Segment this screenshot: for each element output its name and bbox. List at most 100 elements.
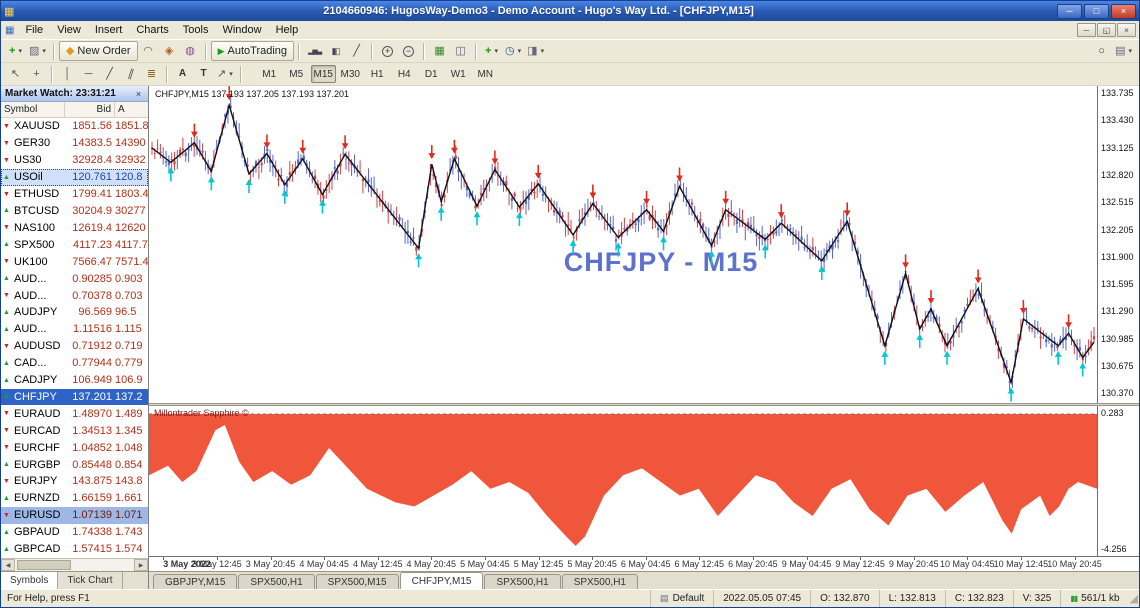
label-button[interactable]: T — [193, 64, 214, 84]
timeframe-m1[interactable]: M1 — [257, 65, 282, 83]
text-button[interactable]: A — [172, 64, 193, 84]
indicators-button[interactable]: + ▾ — [481, 41, 502, 61]
scroll-thumb[interactable] — [17, 560, 71, 570]
symbol-row-eurcad[interactable]: ▼ EURCAD 1.34513 1.345 — [1, 422, 148, 439]
symbol-row-aud[interactable]: ▲ AUD... 1.11516 1.115 — [1, 321, 148, 338]
chart-tab-chfjpy-m15[interactable]: CHFJPY,M15 — [399, 572, 484, 589]
column-header-symbol[interactable]: Symbol — [1, 102, 65, 117]
periods-button[interactable]: ◷ ▾ — [502, 41, 524, 61]
indicator-canvas[interactable]: Millontrader Sapphire © — [149, 406, 1097, 556]
panel-tab-symbols[interactable]: Symbols — [1, 572, 59, 589]
arrows-button[interactable]: ↗ ▾ — [214, 64, 236, 84]
trendline-button[interactable]: ╱ — [99, 64, 120, 84]
indicator-axis[interactable]: 0.283 -4.256 — [1097, 406, 1139, 556]
resize-grip[interactable]: ◢ — [1130, 592, 1138, 605]
alerts-button[interactable]: ◍ — [180, 41, 201, 61]
panel-tab-tick-chart[interactable]: Tick Chart — [58, 572, 123, 589]
chart-tab-gbpjpy-m15[interactable]: GBPJPY,M15 — [153, 574, 238, 589]
titlebar[interactable]: ▦ 2104660946: HugosWay-Demo3 - Demo Acco… — [1, 1, 1139, 21]
new-order-button[interactable]: ◆ New Order — [58, 41, 138, 61]
close-button[interactable]: × — [1111, 3, 1136, 19]
scroll-right-button[interactable]: ▶ — [134, 559, 148, 571]
symbol-row-eurjpy[interactable]: ▼ EURJPY 143.875 143.8 — [1, 473, 148, 490]
maximize-button[interactable]: □ — [1084, 3, 1109, 19]
channel-button[interactable]: ∥ — [120, 64, 141, 84]
symbol-row-us30[interactable]: ▼ US30 32928.4 32932 — [1, 152, 148, 169]
symbol-row-aud[interactable]: ▼ AUD... 0.70378 0.703 — [1, 287, 148, 304]
symbol-row-cad[interactable]: ▲ CAD... 0.77944 0.779 — [1, 355, 148, 372]
line-chart-button[interactable]: ╱ — [346, 41, 367, 61]
autotrading-button[interactable]: ▶ AutoTrading — [210, 41, 295, 61]
symbol-row-eurchf[interactable]: ▼ EURCHF 1.04852 1.048 — [1, 439, 148, 456]
print-button[interactable]: ▤ ▾ — [1112, 41, 1135, 61]
child-minimize-button[interactable]: ─ — [1077, 23, 1096, 37]
chart-tab-spx500-h1[interactable]: SPX500,H1 — [561, 574, 638, 589]
symbol-row-nas100[interactable]: ▼ NAS100 12619.4 12620 — [1, 219, 148, 236]
symbol-row-eurgbp[interactable]: ▲ EURGBP 0.85448 0.854 — [1, 456, 148, 473]
search-button[interactable]: ○ — [1091, 41, 1112, 61]
symbol-row-spx500[interactable]: ▲ SPX500 4117.23 4117.7 — [1, 236, 148, 253]
chart-tab-spx500-m15[interactable]: SPX500,M15 — [315, 574, 399, 589]
timeframe-d1[interactable]: D1 — [419, 65, 444, 83]
minimize-button[interactable]: ─ — [1057, 3, 1082, 19]
price-axis[interactable]: 133.735 133.430 133.125 132.820 132.515 132.2… — [1097, 86, 1139, 403]
symbol-row-aud[interactable]: ▲ AUD... 0.90285 0.903 — [1, 270, 148, 287]
menu-window[interactable]: Window — [215, 22, 268, 38]
zoom-out-button[interactable]: − — [398, 41, 419, 61]
horizontal-line-button[interactable]: ─ — [78, 64, 99, 84]
new-chart-button[interactable]: + ▾ — [5, 41, 26, 61]
tile-windows-button[interactable]: ▦ — [429, 41, 450, 61]
crosshair-button[interactable]: + — [26, 64, 47, 84]
scroll-left-button[interactable]: ◀ — [1, 559, 15, 571]
market-watch-close-button[interactable]: × — [133, 89, 144, 99]
market-watch-header[interactable]: Market Watch: 23:31:21 × — [1, 86, 148, 102]
arrange-windows-button[interactable]: ◫ — [450, 41, 471, 61]
symbol-row-ethusd[interactable]: ▼ ETHUSD 1799.41 1803.4 — [1, 186, 148, 203]
symbol-row-usoil[interactable]: ▲ USOil 120.761 120.8 — [1, 168, 148, 186]
scroll-track[interactable] — [15, 559, 134, 571]
menu-tools[interactable]: Tools — [176, 22, 216, 38]
chart-canvas[interactable]: CHFJPY,M15 137.193 137.205 137.193 137.2… — [149, 86, 1097, 403]
symbol-row-cadjpy[interactable]: ▲ CADJPY 106.949 106.9 — [1, 372, 148, 389]
profiles-button[interactable]: ▨ ▾ — [26, 41, 49, 61]
timeframe-h4[interactable]: H4 — [392, 65, 417, 83]
symbol-row-eurusd[interactable]: ▼ EURUSD 1.07139 1.071 — [1, 506, 148, 524]
symbol-row-euraud[interactable]: ▼ EURAUD 1.48970 1.489 — [1, 405, 148, 422]
timeframe-m15[interactable]: M15 — [310, 65, 336, 83]
timeframe-h1[interactable]: H1 — [365, 65, 390, 83]
menu-charts[interactable]: Charts — [129, 22, 175, 38]
cursor-button[interactable]: ↖ — [5, 64, 26, 84]
symbol-row-xauusd[interactable]: ▼ XAUUSD 1851.56 1851.8 — [1, 118, 148, 135]
bar-chart-button[interactable]: ▂▅▃ — [304, 41, 325, 61]
news-button[interactable]: ◈ — [159, 41, 180, 61]
menu-file[interactable]: File — [18, 22, 50, 38]
menu-view[interactable]: View — [50, 22, 88, 38]
timeframe-mn[interactable]: MN — [473, 65, 498, 83]
time-axis[interactable]: 3 May 2022 3 May 12:45 3 May 20:45 4 May 04… — [149, 556, 1139, 571]
symbol-row-gbpaud[interactable]: ▲ GBPAUD 1.74338 1.743 — [1, 524, 148, 541]
timeframe-w1[interactable]: W1 — [446, 65, 471, 83]
timeframe-m5[interactable]: M5 — [284, 65, 309, 83]
symbol-row-audusd[interactable]: ▼ AUDUSD 0.71912 0.719 — [1, 338, 148, 355]
fibonacci-button[interactable]: ≣ — [141, 64, 162, 84]
templates-button[interactable]: ◨ ▾ — [524, 41, 547, 61]
timeframe-m30[interactable]: M30 — [338, 65, 363, 83]
expert-advisors-button[interactable]: ◠ — [138, 41, 159, 61]
symbol-row-eurnzd[interactable]: ▲ EURNZD 1.66159 1.661 — [1, 490, 148, 507]
symbol-row-audjpy[interactable]: ▲ AUDJPY 96.569 96.5 — [1, 304, 148, 321]
status-profile[interactable]: ▤ Default — [650, 590, 713, 607]
symbol-row-uk100[interactable]: ▼ UK100 7566.47 7571.4 — [1, 253, 148, 270]
symbol-row-gbpcad[interactable]: ▲ GBPCAD 1.57415 1.574 — [1, 541, 148, 558]
symbol-row-chfjpy[interactable]: ▲ CHFJPY 137.201 137.2 — [1, 388, 148, 406]
chart-tab-spx500-h1[interactable]: SPX500,H1 — [238, 574, 315, 589]
vertical-line-button[interactable]: │ — [57, 64, 78, 84]
symbol-row-ger30[interactable]: ▼ GER30 14383.5 14390 — [1, 135, 148, 152]
child-close-button[interactable]: × — [1117, 23, 1136, 37]
symbol-row-btcusd[interactable]: ▲ BTCUSD 30204.9 30277 — [1, 203, 148, 220]
chart-tab-spx500-h1[interactable]: SPX500,H1 — [484, 574, 561, 589]
menu-insert[interactable]: Insert — [88, 22, 130, 38]
child-restore-button[interactable]: ◱ — [1097, 23, 1116, 37]
menu-help[interactable]: Help — [269, 22, 306, 38]
candlestick-chart-button[interactable]: ▮▯ — [325, 41, 346, 61]
column-header-a[interactable]: A — [115, 102, 148, 117]
